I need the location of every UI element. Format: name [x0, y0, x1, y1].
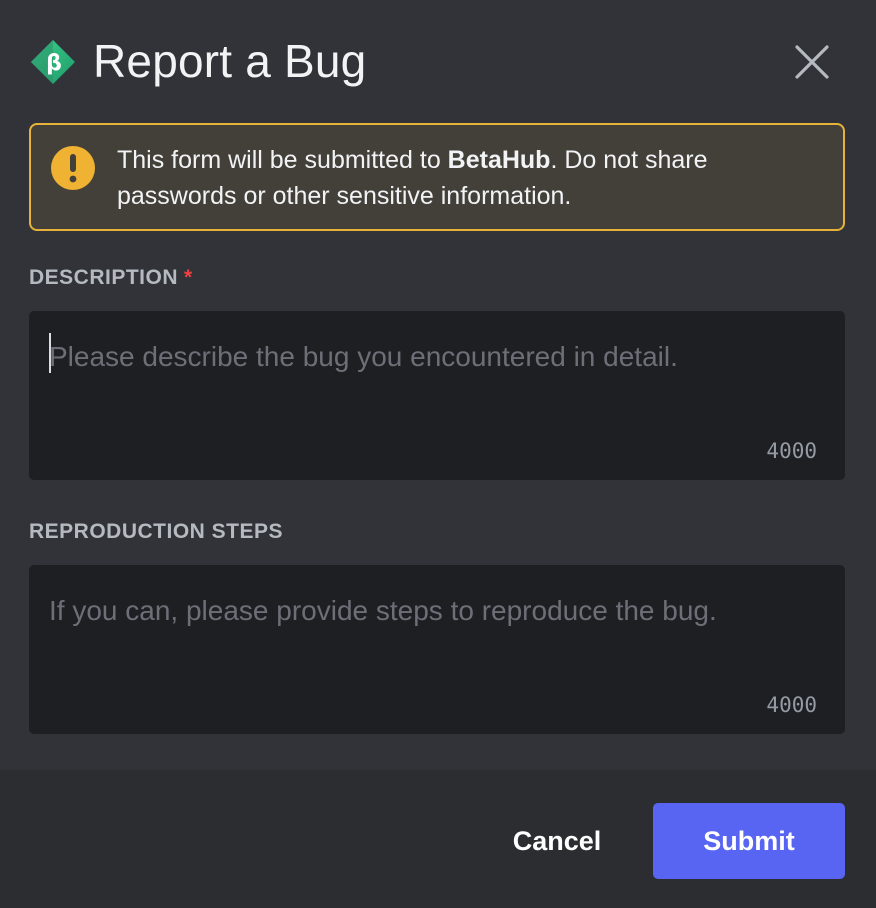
- betahub-beta-diamond-icon: β: [31, 40, 75, 84]
- required-marker: *: [184, 266, 193, 289]
- report-bug-modal: β Report a Bug This form will be submitt…: [0, 0, 876, 908]
- modal-title: Report a Bug: [93, 35, 367, 87]
- description-label-text: DESCRIPTION: [29, 266, 179, 289]
- description-label: DESCRIPTION *: [29, 266, 193, 290]
- text-caret: [49, 333, 51, 373]
- modal-footer: Cancel Submit: [0, 770, 876, 908]
- reproduction-steps-textarea[interactable]: [29, 565, 845, 734]
- reproduction-steps-field: 4000: [29, 565, 845, 734]
- svg-text:β: β: [46, 51, 62, 76]
- notice-text: This form will be submitted to BetaHub. …: [117, 142, 817, 214]
- cancel-button[interactable]: Cancel: [490, 803, 624, 879]
- submit-button[interactable]: Submit: [653, 803, 845, 879]
- modal-header: β Report a Bug: [0, 0, 876, 124]
- close-x-icon[interactable]: [792, 42, 832, 82]
- description-textarea[interactable]: [29, 311, 845, 480]
- reproduction-steps-char-counter: 4000: [766, 693, 817, 717]
- notice-text-before: This form will be submitted to: [117, 146, 448, 174]
- description-char-counter: 4000: [766, 439, 817, 463]
- warning-notice: This form will be submitted to BetaHub. …: [29, 123, 845, 231]
- reproduction-steps-label: REPRODUCTION STEPS: [29, 520, 284, 543]
- notice-brand: BetaHub: [447, 146, 551, 174]
- description-field: 4000: [29, 311, 845, 480]
- warning-exclamation-icon: [51, 146, 95, 190]
